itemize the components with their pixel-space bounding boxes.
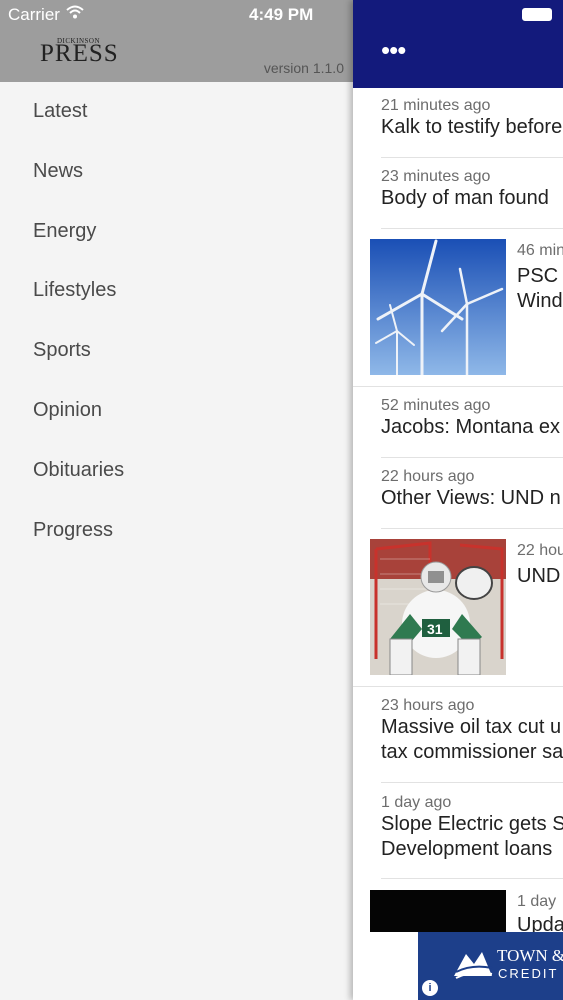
article-time: 1 day ago	[381, 794, 452, 811]
ad-line1: TOWN & C	[497, 946, 563, 965]
article-headline: Body of man found	[381, 187, 549, 209]
hockey-goalie-photo: 31	[370, 539, 506, 675]
article-time: 52 minutes ago	[381, 397, 491, 414]
menu-item-news[interactable]: News	[0, 142, 353, 202]
article-item[interactable]: 46 min PSC Wind	[353, 238, 563, 387]
article-headline-line2: tax commissioner sa	[381, 741, 563, 763]
side-drawer: DICKINSON PRESS version 1.1.0 Latest New…	[0, 0, 353, 1000]
wifi-icon	[66, 5, 84, 19]
article-headline-line2: Wind	[517, 290, 563, 312]
article-headline: PSC	[517, 265, 559, 287]
svg-text:31: 31	[427, 621, 443, 637]
more-menu-button[interactable]: •••	[381, 37, 406, 63]
dickinson-press-logo: DICKINSON PRESS	[34, 36, 119, 67]
battery-icon	[522, 8, 552, 21]
menu-item-latest[interactable]: Latest	[0, 82, 353, 142]
menu-item-progress[interactable]: Progress	[0, 501, 353, 561]
dark-photo	[370, 890, 506, 932]
carrier-label: Carrier	[8, 5, 60, 24]
article-item[interactable]: 23 minutes ago Body of man found	[381, 168, 563, 229]
menu-item-lifestyles[interactable]: Lifestyles	[0, 261, 353, 321]
article-headline: Slope Electric gets S	[381, 813, 563, 835]
article-time: 22 hours ago	[381, 468, 475, 485]
article-time: 21 minutes ago	[381, 97, 491, 114]
ad-line2: CREDIT	[498, 966, 559, 981]
section-menu: Latest News Energy Lifestyles Sports Opi…	[0, 82, 353, 560]
ad-banner[interactable]: TOWN & C CREDIT i	[418, 932, 563, 1000]
article-item[interactable]: 23 hours ago Massive oil tax cut u tax c…	[381, 697, 563, 783]
menu-item-obituaries[interactable]: Obituaries	[0, 441, 353, 501]
article-item[interactable]: 31 22 hou UND	[353, 538, 563, 687]
wind-turbines-photo	[370, 239, 506, 375]
news-list-panel: ••• 21 minutes ago Kalk to testify befor…	[353, 0, 563, 1000]
logo-main-text: PRESS	[40, 40, 119, 67]
article-headline-line2: Development loans	[381, 838, 553, 860]
status-bar: Carrier 4:49 PM	[0, 0, 563, 30]
menu-item-sports[interactable]: Sports	[0, 321, 353, 381]
article-time: 1 day	[517, 893, 557, 910]
ad-info-icon[interactable]: i	[422, 980, 438, 996]
credit-union-logo-icon	[454, 952, 493, 979]
article-time: 23 minutes ago	[381, 168, 491, 185]
article-item[interactable]: 52 minutes ago Jacobs: Montana ex	[381, 397, 563, 458]
menu-item-energy[interactable]: Energy	[0, 202, 353, 262]
clock: 4:49 PM	[249, 5, 314, 24]
article-headline: Massive oil tax cut u	[381, 716, 562, 738]
article-time: 46 min	[517, 242, 563, 259]
article-headline: Other Views: UND n	[381, 487, 561, 509]
article-item[interactable]: 22 hours ago Other Views: UND n	[381, 468, 563, 529]
menu-item-opinion[interactable]: Opinion	[0, 381, 353, 441]
article-time: 23 hours ago	[381, 697, 475, 714]
article-item[interactable]: 1 day ago Slope Electric gets S Developm…	[381, 794, 563, 879]
article-time: 22 hou	[517, 542, 563, 559]
article-item[interactable]: 21 minutes ago Kalk to testify before	[381, 97, 563, 158]
article-headline: Kalk to testify before	[381, 116, 563, 138]
article-headline: UND	[517, 565, 561, 587]
version-label: version 1.1.0	[263, 60, 344, 76]
article-headline: Jacobs: Montana ex	[381, 416, 560, 438]
